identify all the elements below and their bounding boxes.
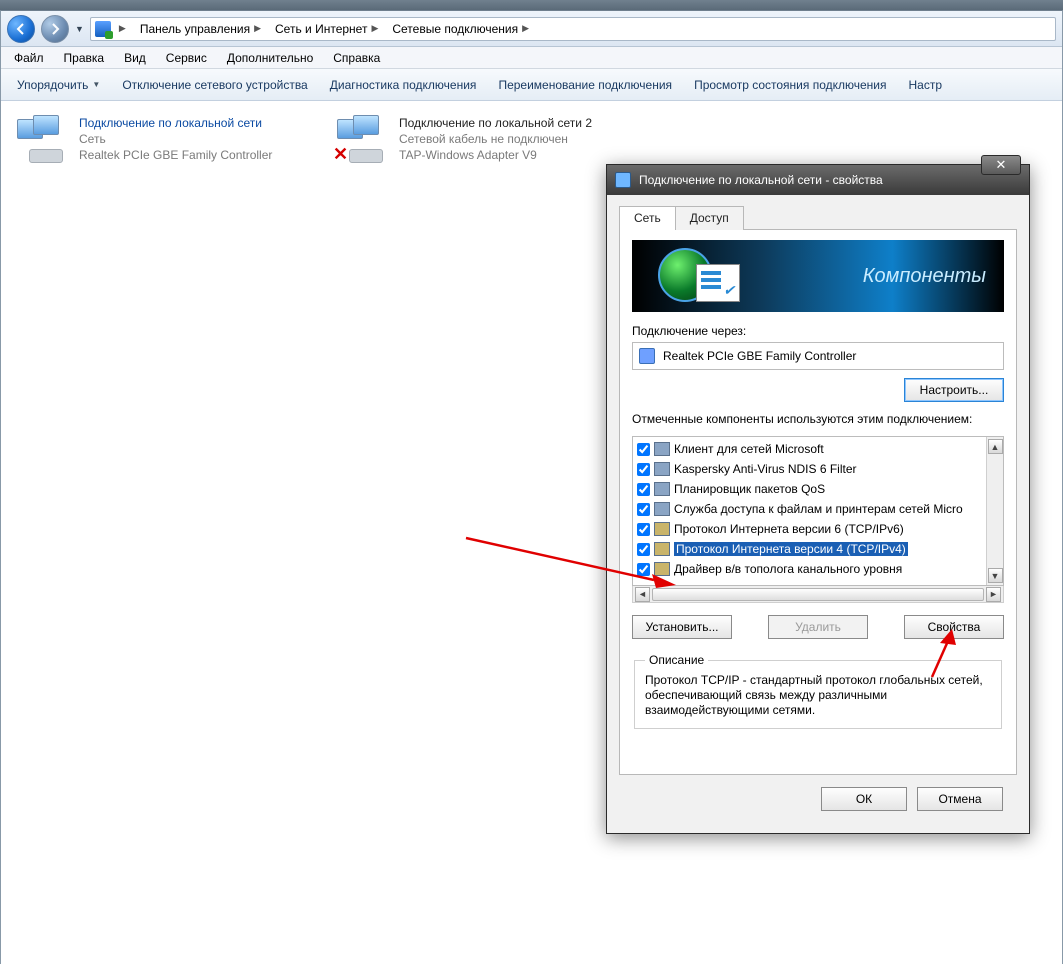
- network-adapter-icon: [15, 115, 69, 163]
- forward-button[interactable]: [41, 15, 69, 43]
- control-panel-icon: [95, 21, 111, 37]
- ok-button[interactable]: ОК: [821, 787, 907, 811]
- component-checkbox[interactable]: [637, 503, 650, 516]
- dialog-title: Подключение по локальной сети - свойства: [639, 173, 883, 187]
- component-icon: [654, 522, 670, 536]
- component-label: Kaspersky Anti-Virus NDIS 6 Filter: [674, 462, 857, 476]
- breadcrumb-segment[interactable]: Сетевые подключения▶: [386, 18, 535, 40]
- scroll-left-icon[interactable]: ◄: [635, 587, 650, 602]
- component-label: Служба доступа к файлам и принтерам сете…: [674, 502, 963, 516]
- menu-view[interactable]: Вид: [115, 49, 155, 67]
- component-item[interactable]: Драйвер в/в тополога канального уровня: [633, 559, 986, 579]
- cmd-rename[interactable]: Переименование подключения: [488, 74, 682, 96]
- component-checkbox[interactable]: [637, 563, 650, 576]
- menu-file[interactable]: Файл: [5, 49, 53, 67]
- uninstall-button: Удалить: [768, 615, 868, 639]
- menu-advanced[interactable]: Дополнительно: [218, 49, 322, 67]
- adapter-icon: [615, 172, 631, 188]
- banner-title: Компоненты: [863, 265, 986, 288]
- component-item[interactable]: Kaspersky Anti-Virus NDIS 6 Filter: [633, 459, 986, 479]
- tab-sharing[interactable]: Доступ: [675, 206, 744, 230]
- connection-adapter: Realtek PCIe GBE Family Controller: [79, 147, 272, 163]
- breadcrumb-segment[interactable]: Сеть и Интернет▶: [269, 18, 384, 40]
- component-checkbox[interactable]: [637, 483, 650, 496]
- component-checkbox[interactable]: [637, 523, 650, 536]
- horizontal-scrollbar[interactable]: ◄ ►: [632, 586, 1004, 603]
- connection-status: Сеть: [79, 131, 272, 147]
- cmd-organize[interactable]: Упорядочить▼: [7, 74, 110, 96]
- cmd-settings[interactable]: Настр: [899, 74, 953, 96]
- cmd-disable-device[interactable]: Отключение сетевого устройства: [112, 74, 317, 96]
- connection-status: Сетевой кабель не подключен: [399, 131, 592, 147]
- configure-button[interactable]: Настроить...: [904, 378, 1004, 402]
- components-banner: Компоненты: [632, 240, 1004, 312]
- scroll-right-icon[interactable]: ►: [986, 587, 1001, 602]
- menu-tools[interactable]: Сервис: [157, 49, 216, 67]
- component-label: Протокол Интернета версии 4 (TCP/IPv4): [674, 542, 908, 556]
- address-bar[interactable]: ▶ Панель управления▶ Сеть и Интернет▶ Се…: [90, 17, 1056, 41]
- chevron-down-icon: ▼: [92, 80, 100, 89]
- component-icon: [654, 462, 670, 476]
- component-icon: [654, 562, 670, 576]
- breadcrumb-segment[interactable]: Панель управления▶: [134, 18, 267, 40]
- component-icon: [654, 502, 670, 516]
- vertical-scrollbar[interactable]: ▲ ▼: [986, 437, 1003, 585]
- connect-using-label: Подключение через:: [632, 324, 1004, 338]
- component-label: Клиент для сетей Microsoft: [674, 442, 824, 456]
- component-checkbox[interactable]: [637, 443, 650, 456]
- component-item[interactable]: Служба доступа к файлам и принтерам сете…: [633, 499, 986, 519]
- cmd-status[interactable]: Просмотр состояния подключения: [684, 74, 896, 96]
- description-text: Протокол TCP/IP - стандартный протокол г…: [645, 673, 991, 718]
- properties-dialog: ✕ Подключение по локальной сети - свойст…: [606, 164, 1030, 834]
- dialog-titlebar[interactable]: Подключение по локальной сети - свойства: [607, 165, 1029, 195]
- adapter-name: Realtek PCIe GBE Family Controller: [663, 349, 856, 363]
- description-legend: Описание: [645, 653, 708, 667]
- properties-button[interactable]: Свойства: [904, 615, 1004, 639]
- component-icon: [654, 482, 670, 496]
- adapter-icon: [639, 348, 655, 364]
- tab-network[interactable]: Сеть: [619, 206, 676, 230]
- component-label: Драйвер в/в тополога канального уровня: [674, 562, 902, 576]
- menu-bar: Файл Правка Вид Сервис Дополнительно Спр…: [1, 47, 1062, 69]
- menu-help[interactable]: Справка: [324, 49, 389, 67]
- component-label: Протокол Интернета версии 6 (TCP/IPv6): [674, 522, 904, 536]
- component-icon: [654, 442, 670, 456]
- components-label: Отмеченные компоненты используются этим …: [632, 412, 1004, 426]
- scroll-down-icon[interactable]: ▼: [988, 568, 1003, 583]
- component-checkbox[interactable]: [637, 463, 650, 476]
- disconnected-icon: ✕: [333, 144, 348, 165]
- component-item[interactable]: Протокол Интернета версии 4 (TCP/IPv4): [633, 539, 986, 559]
- connection-item[interactable]: ✕ Подключение по локальной сети 2 Сетево…: [329, 111, 641, 167]
- component-item[interactable]: Клиент для сетей Microsoft: [633, 439, 986, 459]
- adapter-field: Realtek PCIe GBE Family Controller: [632, 342, 1004, 370]
- command-bar: Упорядочить▼ Отключение сетевого устройс…: [1, 69, 1062, 101]
- connection-item[interactable]: Подключение по локальной сети Сеть Realt…: [9, 111, 321, 167]
- checklist-icon: [696, 264, 740, 302]
- components-listbox[interactable]: Клиент для сетей Microsoft Kaspersky Anti…: [632, 436, 1004, 586]
- component-label: Планировщик пакетов QoS: [674, 482, 825, 496]
- history-dropdown-icon[interactable]: ▼: [75, 24, 84, 34]
- back-button[interactable]: [7, 15, 35, 43]
- install-button[interactable]: Установить...: [632, 615, 732, 639]
- menu-edit[interactable]: Правка: [55, 49, 114, 67]
- connection-adapter: TAP-Windows Adapter V9: [399, 147, 592, 163]
- nav-bar: ▼ ▶ Панель управления▶ Сеть и Интернет▶ …: [1, 11, 1062, 47]
- connection-title: Подключение по локальной сети 2: [399, 115, 592, 131]
- component-item[interactable]: Планировщик пакетов QoS: [633, 479, 986, 499]
- connection-title: Подключение по локальной сети: [79, 115, 272, 131]
- scroll-up-icon[interactable]: ▲: [988, 439, 1003, 454]
- component-checkbox[interactable]: [637, 543, 650, 556]
- description-group: Описание Протокол TCP/IP - стандартный п…: [634, 653, 1002, 729]
- tab-strip: Сеть Доступ: [619, 205, 1017, 230]
- cancel-button[interactable]: Отмена: [917, 787, 1003, 811]
- network-adapter-icon: ✕: [335, 115, 389, 163]
- close-button[interactable]: ✕: [981, 155, 1021, 175]
- component-item[interactable]: Протокол Интернета версии 6 (TCP/IPv6): [633, 519, 986, 539]
- cmd-diagnose[interactable]: Диагностика подключения: [320, 74, 487, 96]
- chevron-right-icon: ▶: [119, 23, 126, 34]
- component-icon: [654, 542, 670, 556]
- scroll-thumb[interactable]: [652, 588, 984, 601]
